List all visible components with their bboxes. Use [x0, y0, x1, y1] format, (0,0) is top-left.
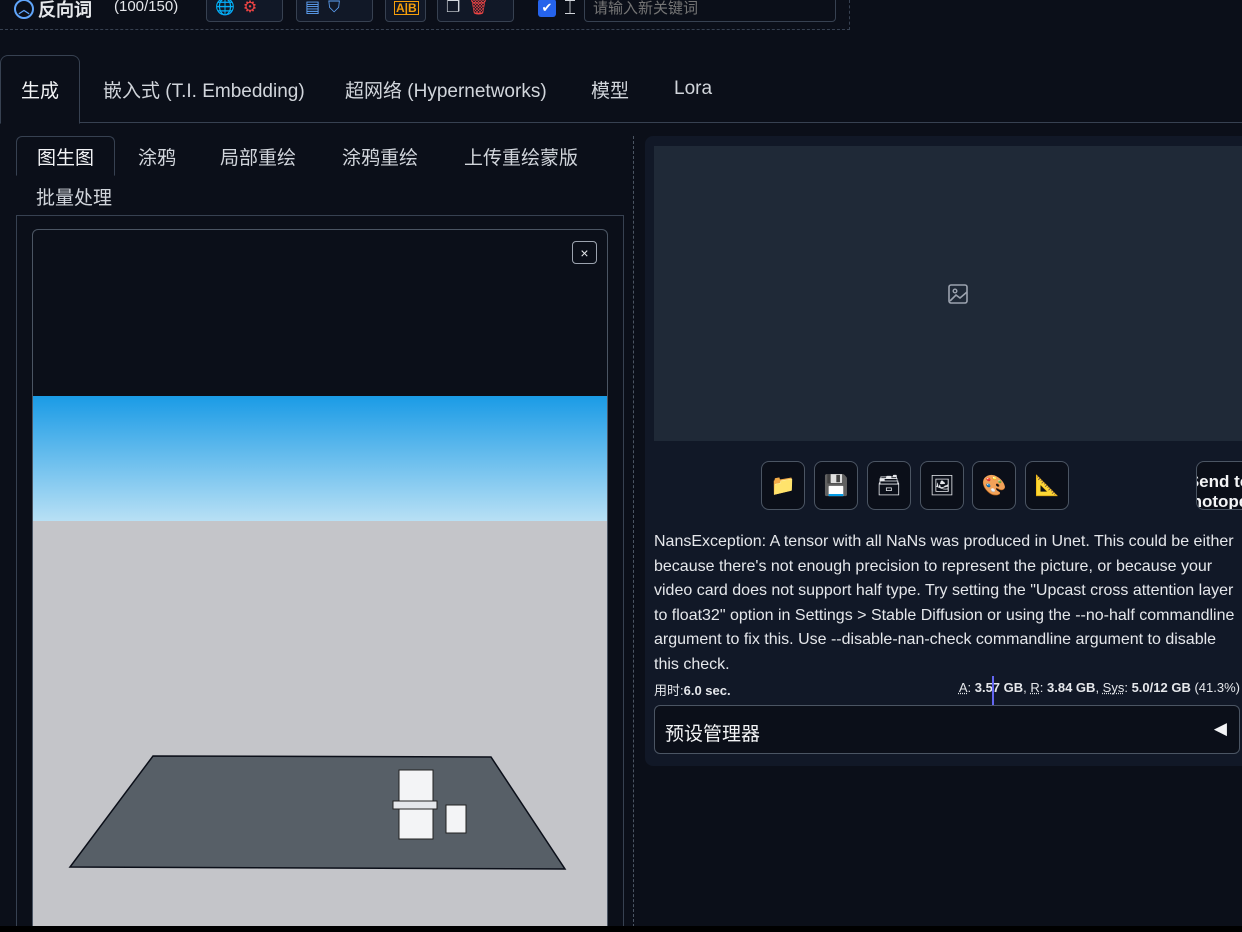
floor-plane	[68, 755, 567, 870]
tab-ti-embedding[interactable]: 嵌入式 (T.I. Embedding)	[83, 55, 325, 123]
chevron-up-icon[interactable]: ︿	[14, 0, 34, 19]
prompt-tool-group: ▤ ⛉	[296, 0, 373, 22]
subtab-inpaint[interactable]: 局部重绘	[200, 136, 316, 176]
spellcheck-icon[interactable]: A|B	[394, 1, 419, 15]
generation-time: 用时:6.0 sec.	[654, 680, 731, 699]
subtab-sketch-label: 涂鸦	[138, 147, 177, 169]
edit-tool-group: ❐ 🗑	[437, 0, 514, 22]
translate-tool-group: 🌐 ⚙	[206, 0, 283, 22]
mem-sys-value: 5.0/12 GB	[1131, 680, 1191, 695]
zip-save-icon: 🗃	[876, 475, 902, 497]
send-to-extras-button[interactable]: 📐	[1025, 461, 1069, 510]
negative-prompt-title[interactable]: ︿ 反向词	[14, 0, 92, 22]
tab-generate[interactable]: 生成	[0, 55, 81, 124]
send-to-inpaint-button[interactable]: 🎨	[972, 461, 1016, 510]
subtab-sketch[interactable]: 涂鸦	[118, 136, 196, 176]
zip-save-button[interactable]: 🗃	[867, 461, 911, 510]
subtab-batch[interactable]: 批量处理	[16, 176, 132, 216]
send-to-photopea-button[interactable]: Send to Photopea	[1196, 461, 1242, 510]
tab-lora[interactable]: Lora	[654, 55, 732, 123]
source-image	[33, 396, 607, 931]
token-counter: (100/150)	[114, 0, 179, 15]
subtab-inpaint-upload-label: 上传重绘蒙版	[464, 147, 579, 169]
keyword-tool-group: ✔ ⌶	[530, 0, 584, 22]
collapse-arrow-icon[interactable]: ◀	[1214, 719, 1227, 739]
preset-manager-label: 预设管理器	[665, 724, 761, 745]
text-cursor-icon: ⌶	[564, 0, 576, 19]
close-symbol: ×	[580, 244, 589, 261]
tab-models[interactable]: 模型	[571, 55, 649, 123]
subtab-inpaint-sketch-label: 涂鸦重绘	[342, 147, 419, 169]
send-to-img2img-button[interactable]: 🖼	[920, 461, 964, 510]
globe-icon[interactable]: 🌐	[215, 0, 235, 16]
ground	[33, 521, 607, 931]
main-tab-bar: 生成 嵌入式 (T.I. Embedding) 超网络 (Hypernetwor…	[0, 55, 1242, 124]
output-gallery[interactable]	[654, 146, 1242, 441]
time-value: 6.0 sec.	[683, 683, 731, 698]
tab-models-label: 模型	[591, 80, 630, 102]
send-to-img2img-icon: 🖼	[929, 475, 955, 497]
folder-icon: 📁	[770, 475, 796, 497]
memory-stats: A: 3.57 GB, R: 3.84 GB, Sys: 5.0/12 GB (…	[958, 680, 1240, 695]
subtab-inpaint-label: 局部重绘	[220, 147, 297, 169]
send-to-inpaint-icon: 🎨	[981, 475, 1007, 497]
img2img-sub-tabs: 图生图 涂鸦 局部重绘 涂鸦重绘 上传重绘蒙版 批量处理	[16, 136, 624, 216]
negative-prompt-toolbar: ︿ 反向词 (100/150) 🌐 ⚙ ▤ ⛉ A|B ❐ 🗑 ✔ ⌶	[0, 0, 850, 30]
text-cursor-marker	[992, 676, 994, 706]
keyword-input[interactable]	[584, 0, 836, 22]
mem-a-value: 3.57 GB	[974, 680, 1024, 695]
preset-manager-accordion[interactable]: 预设管理器 ◀	[654, 705, 1240, 754]
mem-a-label: A	[958, 680, 968, 695]
subtab-img2img[interactable]: 图生图	[16, 136, 116, 176]
negative-prompt-label: 反向词	[38, 0, 92, 20]
spellcheck-tool-group: A|B	[385, 0, 426, 22]
sky	[33, 396, 607, 521]
tab-lora-label: Lora	[674, 78, 713, 99]
window-bottom-edge	[0, 926, 1242, 932]
open-folder-button[interactable]: 📁	[761, 461, 805, 510]
trash-icon[interactable]: 🗑	[468, 0, 488, 16]
source-image-canvas[interactable]: ×	[32, 229, 608, 932]
panel-divider	[633, 136, 634, 932]
subtab-inpaint-upload[interactable]: 上传重绘蒙版	[444, 136, 598, 176]
subtab-batch-label: 批量处理	[36, 187, 113, 209]
mem-r-label: R	[1030, 680, 1040, 695]
error-message: NansException: A tensor with all NaNs wa…	[654, 533, 1235, 673]
bookmark-icon[interactable]: ⛉	[328, 0, 340, 16]
tab-generate-label: 生成	[21, 81, 60, 102]
save-button[interactable]: 💾	[814, 461, 858, 510]
close-icon[interactable]: ×	[572, 241, 597, 264]
save-icon: 💾	[823, 475, 849, 497]
document-settings-icon[interactable]: ▤	[305, 0, 320, 16]
mem-r-value: 3.84 GB	[1047, 680, 1096, 695]
copy-icon[interactable]: ❐	[446, 0, 460, 16]
time-label: 用时:	[654, 683, 684, 698]
send-to-extras-icon: 📐	[1034, 475, 1060, 497]
tab-hypernetworks-label: 超网络 (Hypernetworks)	[345, 80, 547, 102]
gear-icon[interactable]: ⚙	[243, 0, 257, 16]
mem-sys-label: Sys	[1102, 680, 1125, 695]
subtab-img2img-label: 图生图	[37, 147, 95, 169]
tab-hypernetworks[interactable]: 超网络 (Hypernetworks)	[325, 55, 567, 123]
image-placeholder-icon	[948, 284, 968, 304]
send-to-photopea-label: Send to Photopea	[1197, 472, 1242, 510]
subtab-inpaint-sketch[interactable]: 涂鸦重绘	[322, 136, 438, 176]
tab-ti-embedding-label: 嵌入式 (T.I. Embedding)	[103, 80, 305, 102]
mem-sys-percent: (41.3%)	[1194, 680, 1240, 695]
keyword-checkbox[interactable]: ✔	[538, 0, 556, 17]
